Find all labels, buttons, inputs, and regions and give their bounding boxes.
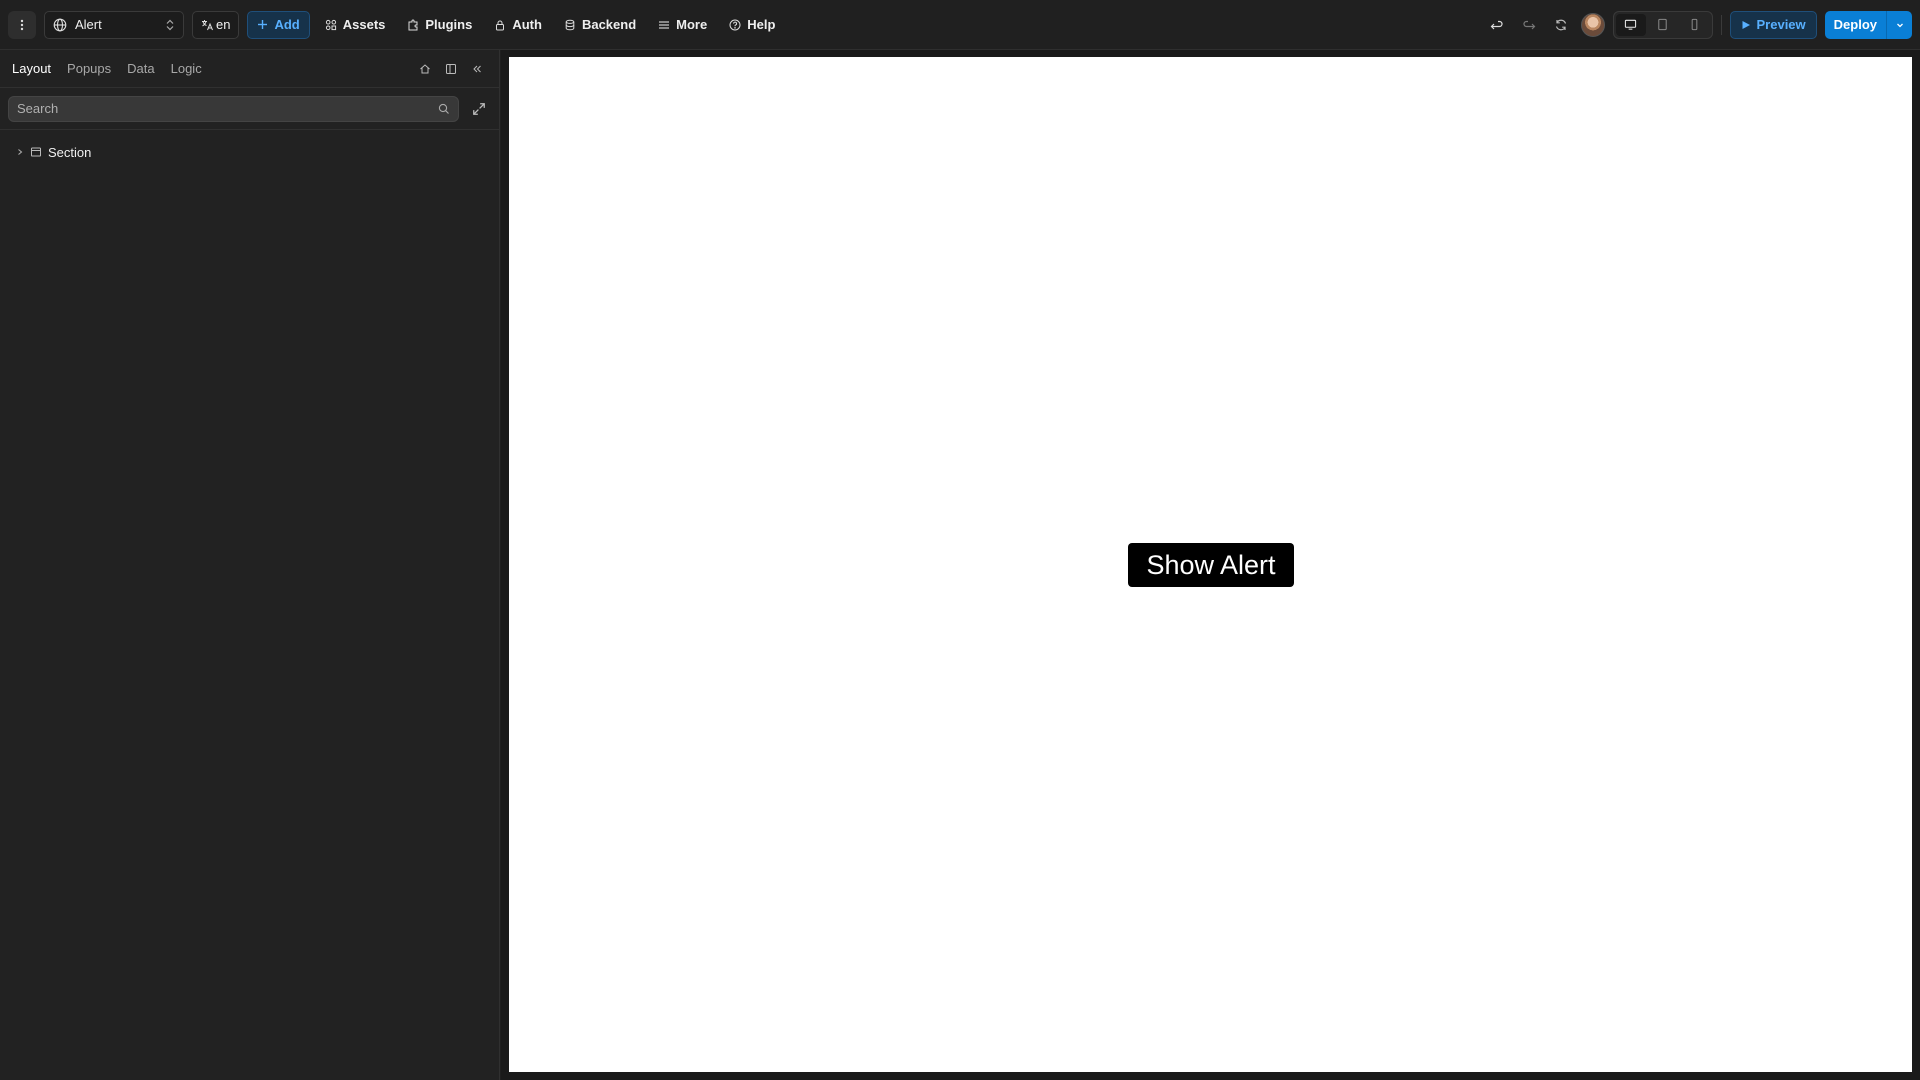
nav-backend-label: Backend [581, 17, 637, 32]
tab-popups[interactable]: Popups [67, 61, 111, 76]
search-input[interactable] [17, 101, 439, 116]
add-label: Add [274, 17, 300, 32]
undo-button[interactable] [1485, 13, 1509, 37]
home-icon [420, 63, 430, 73]
undo-icon [1490, 20, 1503, 29]
chevron-up-down-icon [166, 19, 174, 30]
top-toolbar: Alert en Add Assets Plugins Auth Backend [0, 0, 1920, 50]
search-icon [438, 103, 449, 114]
left-sidebar: Layout Popups Data Logic Sect [0, 50, 500, 1080]
tablet-icon [1658, 18, 1667, 31]
toolbar-left: Alert en Add Assets Plugins Auth Backend [0, 0, 782, 49]
collapse-sidebar-button[interactable] [467, 59, 487, 79]
device-switcher [1612, 10, 1713, 39]
section-icon [31, 147, 41, 157]
nav-backend[interactable]: Backend [557, 11, 643, 39]
menu-lines-icon [659, 20, 670, 29]
globe-icon [53, 18, 67, 31]
tree-item-section[interactable]: Section [0, 140, 499, 164]
nav-more[interactable]: More [651, 11, 714, 39]
home-button[interactable] [415, 59, 435, 79]
nav-auth[interactable]: Auth [487, 11, 549, 39]
deploy-button[interactable]: Deploy [1825, 11, 1886, 39]
layer-tree: Section [0, 130, 499, 164]
nav-help-label: Help [747, 17, 776, 32]
refresh-icon [1555, 19, 1566, 30]
lock-icon [496, 20, 505, 30]
chevrons-left-icon [473, 65, 481, 72]
panel-icon [446, 63, 456, 74]
chevron-right-icon [18, 149, 23, 155]
page-canvas[interactable]: Show Alert [509, 57, 1912, 1072]
language-label: en [216, 17, 231, 32]
vertical-dots-icon [20, 19, 24, 30]
desktop-icon [1624, 19, 1637, 30]
page-selector-label: Alert [75, 17, 102, 32]
toolbar-right: Preview Deploy [1485, 0, 1920, 49]
deploy-group: Deploy [1824, 10, 1912, 39]
plus-icon [258, 20, 268, 29]
translate-icon [202, 19, 213, 30]
nav-assets[interactable]: Assets [318, 11, 393, 39]
database-icon [565, 19, 575, 30]
plugin-icon [408, 19, 418, 30]
page-selector[interactable]: Alert [44, 10, 184, 39]
assets-icon [325, 19, 336, 30]
chevron-down-icon [1896, 23, 1903, 27]
nav-plugins-label: Plugins [425, 17, 473, 32]
deploy-options-button[interactable] [1886, 10, 1912, 39]
nav-assets-label: Assets [342, 17, 386, 32]
tab-layout[interactable]: Layout [12, 61, 51, 76]
user-avatar[interactable] [1580, 12, 1605, 37]
expand-button[interactable] [467, 97, 491, 121]
refresh-button[interactable] [1549, 13, 1573, 37]
nav-more-label: More [676, 17, 708, 32]
tab-logic[interactable]: Logic [171, 61, 202, 76]
sidebar-tabs: Layout Popups Data Logic [0, 50, 499, 88]
help-circle-icon [729, 19, 741, 30]
tablet-view-button[interactable] [1648, 14, 1678, 36]
nav-auth-label: Auth [512, 17, 542, 32]
nav-help[interactable]: Help [722, 11, 782, 39]
toolbar-divider [1720, 14, 1722, 35]
desktop-view-button[interactable] [1615, 13, 1646, 36]
sidebar-tools [415, 59, 487, 79]
mobile-view-button[interactable] [1680, 14, 1710, 36]
main-menu-button[interactable] [8, 10, 36, 39]
show-alert-button[interactable]: Show Alert [1128, 543, 1294, 587]
preview-button[interactable]: Preview [1729, 10, 1817, 39]
mobile-icon [1691, 18, 1698, 31]
split-panel-button[interactable] [441, 59, 461, 79]
search-row [0, 88, 499, 130]
expand-icon [473, 102, 485, 115]
tree-item-label: Section [48, 144, 92, 160]
language-button[interactable]: en [192, 10, 240, 39]
search-field [8, 95, 460, 122]
canvas-area: Show Alert [501, 50, 1920, 1080]
redo-button[interactable] [1517, 13, 1541, 37]
preview-label: Preview [1756, 17, 1806, 32]
redo-icon [1522, 20, 1535, 29]
nav-plugins[interactable]: Plugins [400, 11, 479, 39]
tab-data[interactable]: Data [127, 61, 154, 76]
play-icon [1742, 20, 1750, 29]
add-button[interactable]: Add [247, 10, 310, 39]
